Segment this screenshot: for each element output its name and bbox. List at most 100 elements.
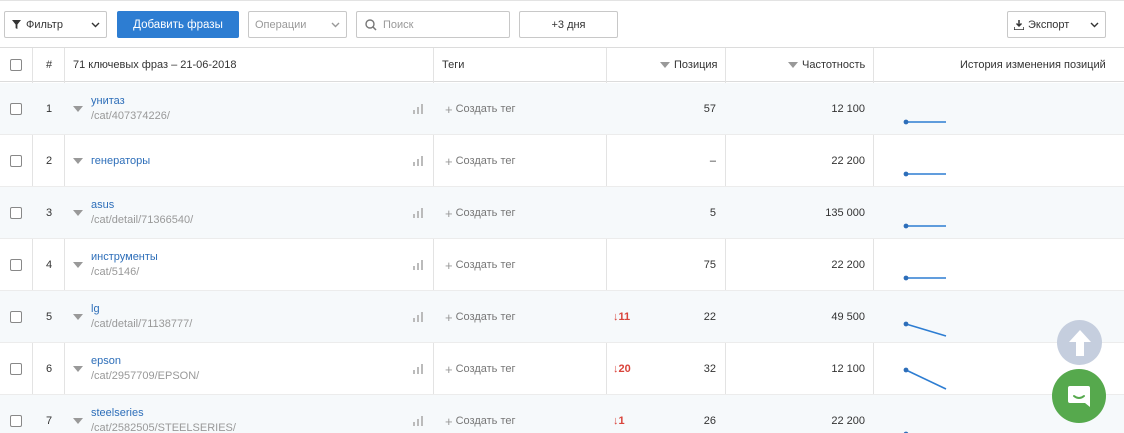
position-history-sparkline [903, 367, 947, 390]
frequency-value: 22 200 [831, 155, 865, 167]
row-number: 4 [45, 259, 53, 271]
frequency-value: 135 000 [825, 207, 865, 219]
stats-bars-icon[interactable] [413, 208, 423, 218]
header-position-label: Позиция [674, 59, 718, 71]
operations-select[interactable]: Операции [248, 11, 347, 38]
add-phrases-button[interactable]: Добавить фразы [117, 11, 239, 38]
expand-icon[interactable] [73, 187, 83, 239]
export-button[interactable]: Экспорт [1007, 11, 1106, 38]
row-checkbox[interactable] [10, 363, 22, 375]
row-checkbox[interactable] [10, 155, 22, 167]
stats-bars-icon[interactable] [413, 260, 423, 270]
keyword-link[interactable]: epson [91, 354, 199, 369]
frequency-value: 12 100 [831, 363, 865, 375]
row-select-cell [10, 239, 22, 291]
export-label: Экспорт [1028, 18, 1070, 31]
create-tag-button[interactable]: + Создать тег [445, 135, 516, 187]
filter-button[interactable]: Фильтр [4, 11, 107, 38]
row-checkbox[interactable] [10, 415, 22, 427]
select-all-checkbox[interactable] [10, 59, 22, 71]
row-number: 2 [45, 155, 53, 167]
table-header: # 71 ключевых фраз – 21-06-2018 Теги Поз… [0, 48, 1124, 82]
row-select-cell [10, 395, 22, 433]
position-history-sparkline [903, 119, 946, 125]
row-checkbox[interactable] [10, 311, 22, 323]
create-tag-button[interactable]: + Создать тег [445, 187, 516, 239]
keyword-link[interactable]: унитаз [91, 94, 170, 109]
row-select-cell [10, 291, 22, 343]
table-row: 5 lg/cat/detail/71138777/ + Создать тег ↓11 2… [0, 291, 1124, 343]
keyword-cell: epson/cat/2957709/EPSON/ [91, 343, 199, 395]
header-history: История изменения позиций [960, 59, 1106, 71]
row-number: 6 [45, 363, 53, 375]
create-tag-button[interactable]: + Создать тег [445, 239, 516, 291]
table-row: 4 инструменты/cat/5146/ + Создать тег 75 22 2… [0, 239, 1124, 291]
search-icon [365, 18, 377, 31]
frequency-value: 49 500 [831, 311, 865, 323]
table-row: 1 унитаз/cat/407374226/ + Создать тег 57 12 1… [0, 83, 1124, 135]
create-tag-button[interactable]: + Создать тег [445, 343, 516, 395]
keyword-link[interactable]: lg [91, 302, 192, 317]
position-change: ↓11 [613, 311, 631, 323]
header-num: # [45, 59, 53, 71]
row-checkbox[interactable] [10, 207, 22, 219]
header-position[interactable]: Позиция [660, 48, 718, 82]
chat-icon [1068, 386, 1090, 407]
frequency-value: 12 100 [831, 103, 865, 115]
keyword-link[interactable]: инструменты [91, 250, 158, 265]
keyword-url: /cat/2957709/EPSON/ [91, 370, 200, 382]
position-history-sparkline [903, 275, 946, 281]
row-select-cell [10, 187, 22, 239]
frequency-value: 22 200 [831, 259, 865, 271]
row-select-cell [10, 83, 22, 135]
row-number: 5 [45, 311, 53, 323]
frequency-value: 22 200 [831, 415, 865, 427]
chat-button[interactable] [1052, 369, 1106, 423]
stats-bars-icon[interactable] [413, 156, 423, 166]
header-frequency-label: Частотность [802, 59, 866, 71]
position-value: 26 [703, 415, 716, 427]
create-tag-button[interactable]: + Создать тег [445, 395, 516, 433]
keyword-url: /cat/detail/71138777/ [91, 318, 193, 330]
create-tag-label: Создать тег [455, 311, 516, 323]
filter-label: Фильтр [26, 18, 63, 31]
keyword-url: /cat/detail/71366540/ [91, 214, 194, 226]
expand-icon[interactable] [73, 135, 83, 187]
expand-icon[interactable] [73, 83, 83, 135]
keyword-link[interactable]: asus [91, 198, 193, 213]
row-number: 3 [45, 207, 53, 219]
expand-icon[interactable] [73, 395, 83, 433]
row-select-cell [10, 135, 22, 187]
search-box[interactable] [356, 11, 510, 38]
sort-down-icon [660, 62, 670, 68]
plus-icon: + [445, 205, 453, 221]
stats-bars-icon[interactable] [413, 104, 423, 114]
plus-icon: + [445, 101, 453, 117]
scroll-top-button[interactable] [1057, 320, 1102, 365]
position-history-sparkline [903, 431, 909, 433]
keyword-cell: steelseries/cat/2582505/STEELSERIES/ [91, 395, 236, 433]
row-select-cell [10, 343, 22, 395]
row-checkbox[interactable] [10, 103, 22, 115]
expand-icon[interactable] [73, 291, 83, 343]
stats-bars-icon[interactable] [413, 416, 423, 426]
stats-bars-icon[interactable] [413, 364, 423, 374]
create-tag-button[interactable]: + Создать тег [445, 83, 516, 135]
plus-icon: + [445, 413, 453, 429]
download-icon [1014, 19, 1024, 30]
row-checkbox[interactable] [10, 259, 22, 271]
header-frequency[interactable]: Частотность [788, 48, 865, 82]
operations-label: Операции [255, 18, 307, 31]
expand-icon[interactable] [73, 239, 83, 291]
header-keywords[interactable]: 71 ключевых фраз – 21-06-2018 [73, 48, 237, 82]
position-change: ↓20 [613, 363, 631, 375]
search-input[interactable] [383, 18, 503, 31]
plus-3-days-button[interactable]: +3 дня [519, 11, 618, 38]
create-tag-button[interactable]: + Создать тег [445, 291, 516, 343]
keyword-link[interactable]: генераторы [91, 154, 150, 169]
keyword-link[interactable]: steelseries [91, 406, 236, 421]
chevron-down-icon [84, 22, 106, 28]
stats-bars-icon[interactable] [413, 312, 423, 322]
position-history-sparkline [903, 321, 947, 337]
expand-icon[interactable] [73, 343, 83, 395]
